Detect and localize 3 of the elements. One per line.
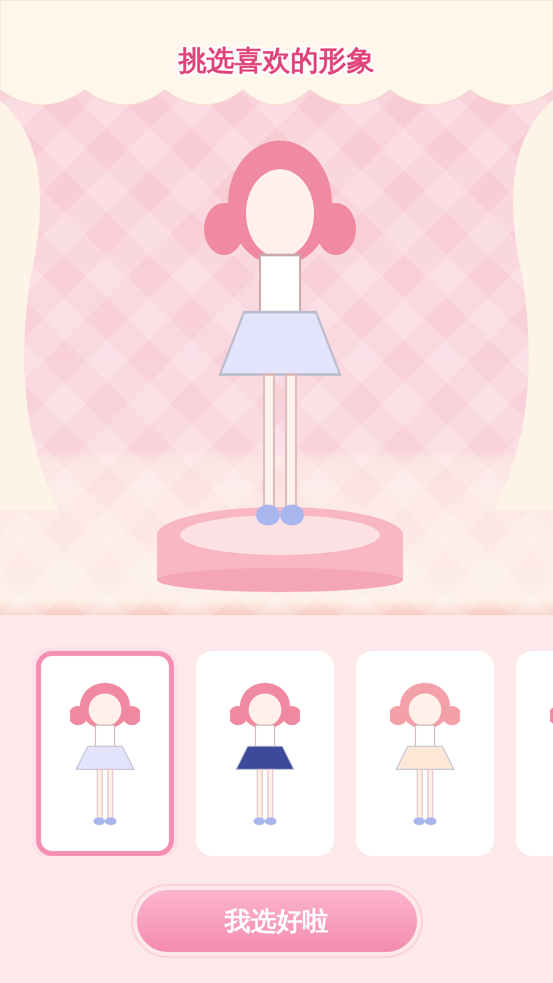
character-card[interactable] [196, 651, 334, 856]
confirm-button[interactable]: 我选好啦 [132, 886, 420, 956]
screen-title: 挑选喜欢的形象 [176, 43, 376, 79]
